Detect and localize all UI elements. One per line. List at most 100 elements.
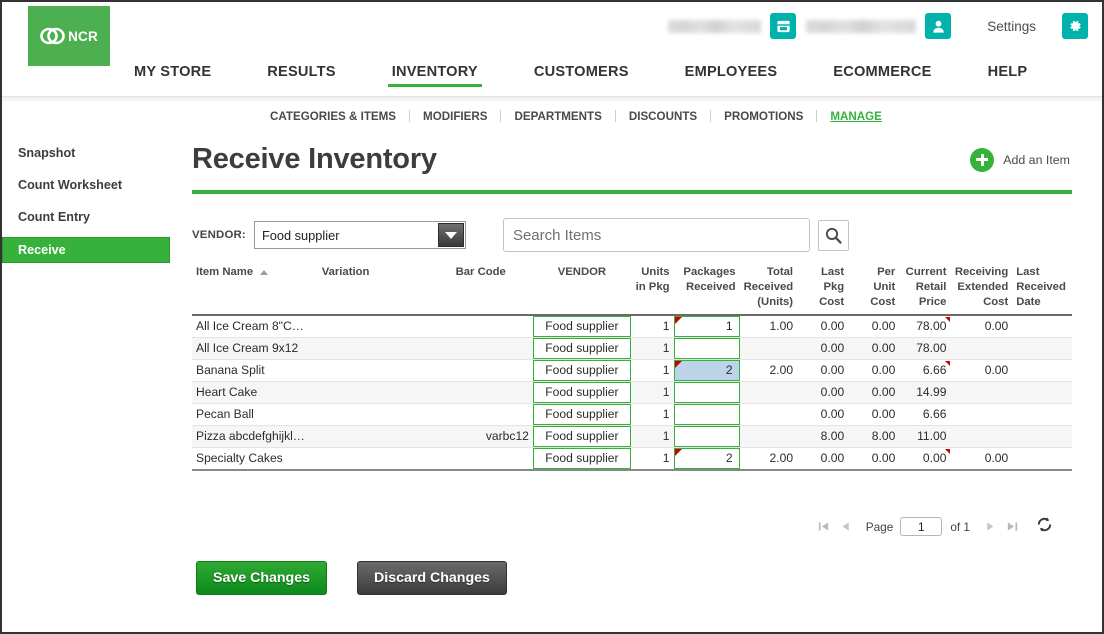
subnav-promotions[interactable]: PROMOTIONS xyxy=(724,110,803,123)
cell-units-in-pkg: 1 xyxy=(630,381,674,404)
col-vendor[interactable]: VENDOR xyxy=(532,263,631,316)
col-receiving-extended-cost[interactable]: Receiving Extended Cost xyxy=(950,263,1013,316)
subnav-departments[interactable]: DEPARTMENTS xyxy=(514,110,601,123)
store-icon-button[interactable] xyxy=(770,13,797,39)
table-row[interactable]: Pizza abcdefghijkl… varbc12 Food supplier 1… xyxy=(192,425,1072,448)
pagination: Page of 1 xyxy=(192,515,1072,539)
user-icon-button[interactable] xyxy=(925,13,952,39)
col-total-received[interactable]: Total Received (Units) xyxy=(739,263,798,316)
settings-label[interactable]: Settings xyxy=(987,19,1036,34)
cell-packages-received[interactable]: 2 xyxy=(673,359,740,382)
cell-vendor[interactable]: Food supplier xyxy=(532,381,631,404)
user-name-redacted xyxy=(806,19,917,33)
vendor-value: Food supplier xyxy=(532,425,631,447)
ncr-logo[interactable]: NCR xyxy=(28,6,110,66)
packages-received-input[interactable] xyxy=(673,403,740,425)
col-bar-code[interactable]: Bar Code xyxy=(428,263,533,316)
subnav-separator xyxy=(614,110,616,122)
sidebar-item-count-worksheet[interactable]: Count Worksheet xyxy=(2,173,186,197)
cell-packages-received[interactable] xyxy=(673,337,740,360)
col-last-received-date[interactable]: Last Received Date xyxy=(1012,263,1072,316)
cell-vendor[interactable]: Food supplier xyxy=(532,447,631,471)
col-variation[interactable]: Variation xyxy=(317,263,429,316)
col-current-retail-price[interactable]: Current Retail Price xyxy=(899,263,951,316)
cell-item-name: Pizza abcdefghijkl… xyxy=(192,425,318,448)
cell-vendor[interactable]: Food supplier xyxy=(532,403,631,426)
sidebar-item-count-entry[interactable]: Count Entry xyxy=(2,205,186,229)
nav-help[interactable]: HELP xyxy=(988,64,1028,87)
subnav-separator xyxy=(710,110,712,122)
cell-variation xyxy=(317,403,429,426)
cell-item-name: Pecan Ball xyxy=(192,403,318,426)
discard-changes-button[interactable]: Discard Changes xyxy=(357,560,507,595)
nav-divider xyxy=(2,96,1102,103)
first-page-button[interactable] xyxy=(813,516,835,538)
col-packages-received[interactable]: Packages Received xyxy=(673,263,740,316)
nav-customers[interactable]: CUSTOMERS xyxy=(534,64,629,87)
gear-icon-button[interactable] xyxy=(1062,13,1088,39)
table-row[interactable]: All Ice Cream 9x12 Food supplier 1 0.00 0.00… xyxy=(192,337,1072,360)
previous-page-button[interactable] xyxy=(835,516,857,538)
cell-per-unit-cost: 0.00 xyxy=(848,381,900,404)
cell-packages-received[interactable] xyxy=(673,403,740,426)
table-row[interactable]: Heart Cake Food supplier 1 0.00 0.00 14.99 xyxy=(192,381,1072,404)
table-row[interactable]: Specialty Cakes Food supplier 1 2 2.00 0.00 0.… xyxy=(192,447,1072,471)
sidebar-item-snapshot[interactable]: Snapshot xyxy=(2,141,186,165)
packages-received-input[interactable]: 1 xyxy=(673,315,740,337)
nav-ecommerce[interactable]: ECOMMERCE xyxy=(833,64,931,87)
packages-received-input[interactable] xyxy=(673,381,740,403)
sidebar: Snapshot Count Worksheet Count Entry Rec… xyxy=(2,129,186,595)
subnav-categories-items[interactable]: CATEGORIES & ITEMS xyxy=(270,110,396,123)
cell-last-pkg-cost: 0.00 xyxy=(797,359,849,382)
last-page-button[interactable] xyxy=(1001,516,1023,538)
subnav-modifiers[interactable]: MODIFIERS xyxy=(423,110,487,123)
col-item-name[interactable]: Item Name xyxy=(192,263,318,316)
cell-current-retail-price: 6.66 xyxy=(899,403,951,426)
cell-vendor[interactable]: Food supplier xyxy=(532,337,631,360)
packages-received-input[interactable]: 2 xyxy=(673,359,740,381)
cell-packages-received[interactable] xyxy=(673,381,740,404)
cell-current-retail-price: 78.00 xyxy=(899,337,951,360)
cell-last-pkg-cost: 8.00 xyxy=(797,425,849,448)
header-actions: Settings xyxy=(668,11,1088,41)
cell-packages-received[interactable] xyxy=(673,425,740,448)
vendor-select[interactable]: Food supplier xyxy=(253,221,466,249)
packages-received-input[interactable] xyxy=(673,337,740,359)
comment-marker-icon xyxy=(738,448,740,456)
table-row[interactable]: All Ice Cream 8"C… Food supplier 1 1 1.00 0.0… xyxy=(192,314,1072,338)
cell-vendor[interactable]: Food supplier xyxy=(532,359,631,382)
save-changes-button[interactable]: Save Changes xyxy=(196,560,327,595)
add-item-button[interactable]: Add an Item xyxy=(970,147,1072,172)
packages-received-input[interactable]: 2 xyxy=(673,447,740,468)
packages-received-input[interactable] xyxy=(673,425,740,447)
cell-vendor[interactable]: Food supplier xyxy=(532,425,631,448)
chevron-down-icon[interactable] xyxy=(437,223,464,247)
comment-marker-icon xyxy=(738,316,740,324)
nav-my-store[interactable]: MY STORE xyxy=(134,64,211,87)
col-last-pkg-cost[interactable]: Last Pkg Cost xyxy=(797,263,849,316)
comment-marker-icon xyxy=(674,448,682,456)
sidebar-item-receive[interactable]: Receive xyxy=(2,237,170,263)
page-number-input[interactable] xyxy=(900,517,943,537)
nav-employees[interactable]: EMPLOYEES xyxy=(685,64,778,87)
next-page-button[interactable] xyxy=(979,516,1001,538)
table-row[interactable]: Banana Split Food supplier 1 2 2.00 0.00 0.00 6… xyxy=(192,359,1072,382)
table-row[interactable]: Pecan Ball Food supplier 1 0.00 0.00 6.66 xyxy=(192,403,1072,426)
cell-per-unit-cost: 0.00 xyxy=(848,337,900,360)
subnav-discounts[interactable]: DISCOUNTS xyxy=(629,110,697,123)
col-units-in-pkg[interactable]: Units in Pkg xyxy=(630,263,674,316)
nav-results[interactable]: RESULTS xyxy=(267,64,335,87)
col-per-unit-cost[interactable]: Per Unit Cost xyxy=(848,263,900,316)
subnav-manage[interactable]: MANAGE xyxy=(830,110,882,123)
refresh-button[interactable] xyxy=(1035,515,1054,539)
nav-inventory[interactable]: INVENTORY xyxy=(387,64,483,87)
cell-variation xyxy=(317,447,429,471)
cell-packages-received[interactable]: 2 xyxy=(673,447,740,471)
search-input[interactable] xyxy=(502,218,810,252)
cell-last-received-date xyxy=(1012,337,1072,360)
cell-packages-received[interactable]: 1 xyxy=(673,314,740,338)
search-button[interactable] xyxy=(817,219,849,251)
cell-vendor[interactable]: Food supplier xyxy=(532,314,631,338)
cell-total-received: 1.00 xyxy=(739,314,798,338)
comment-marker-icon xyxy=(945,316,951,324)
